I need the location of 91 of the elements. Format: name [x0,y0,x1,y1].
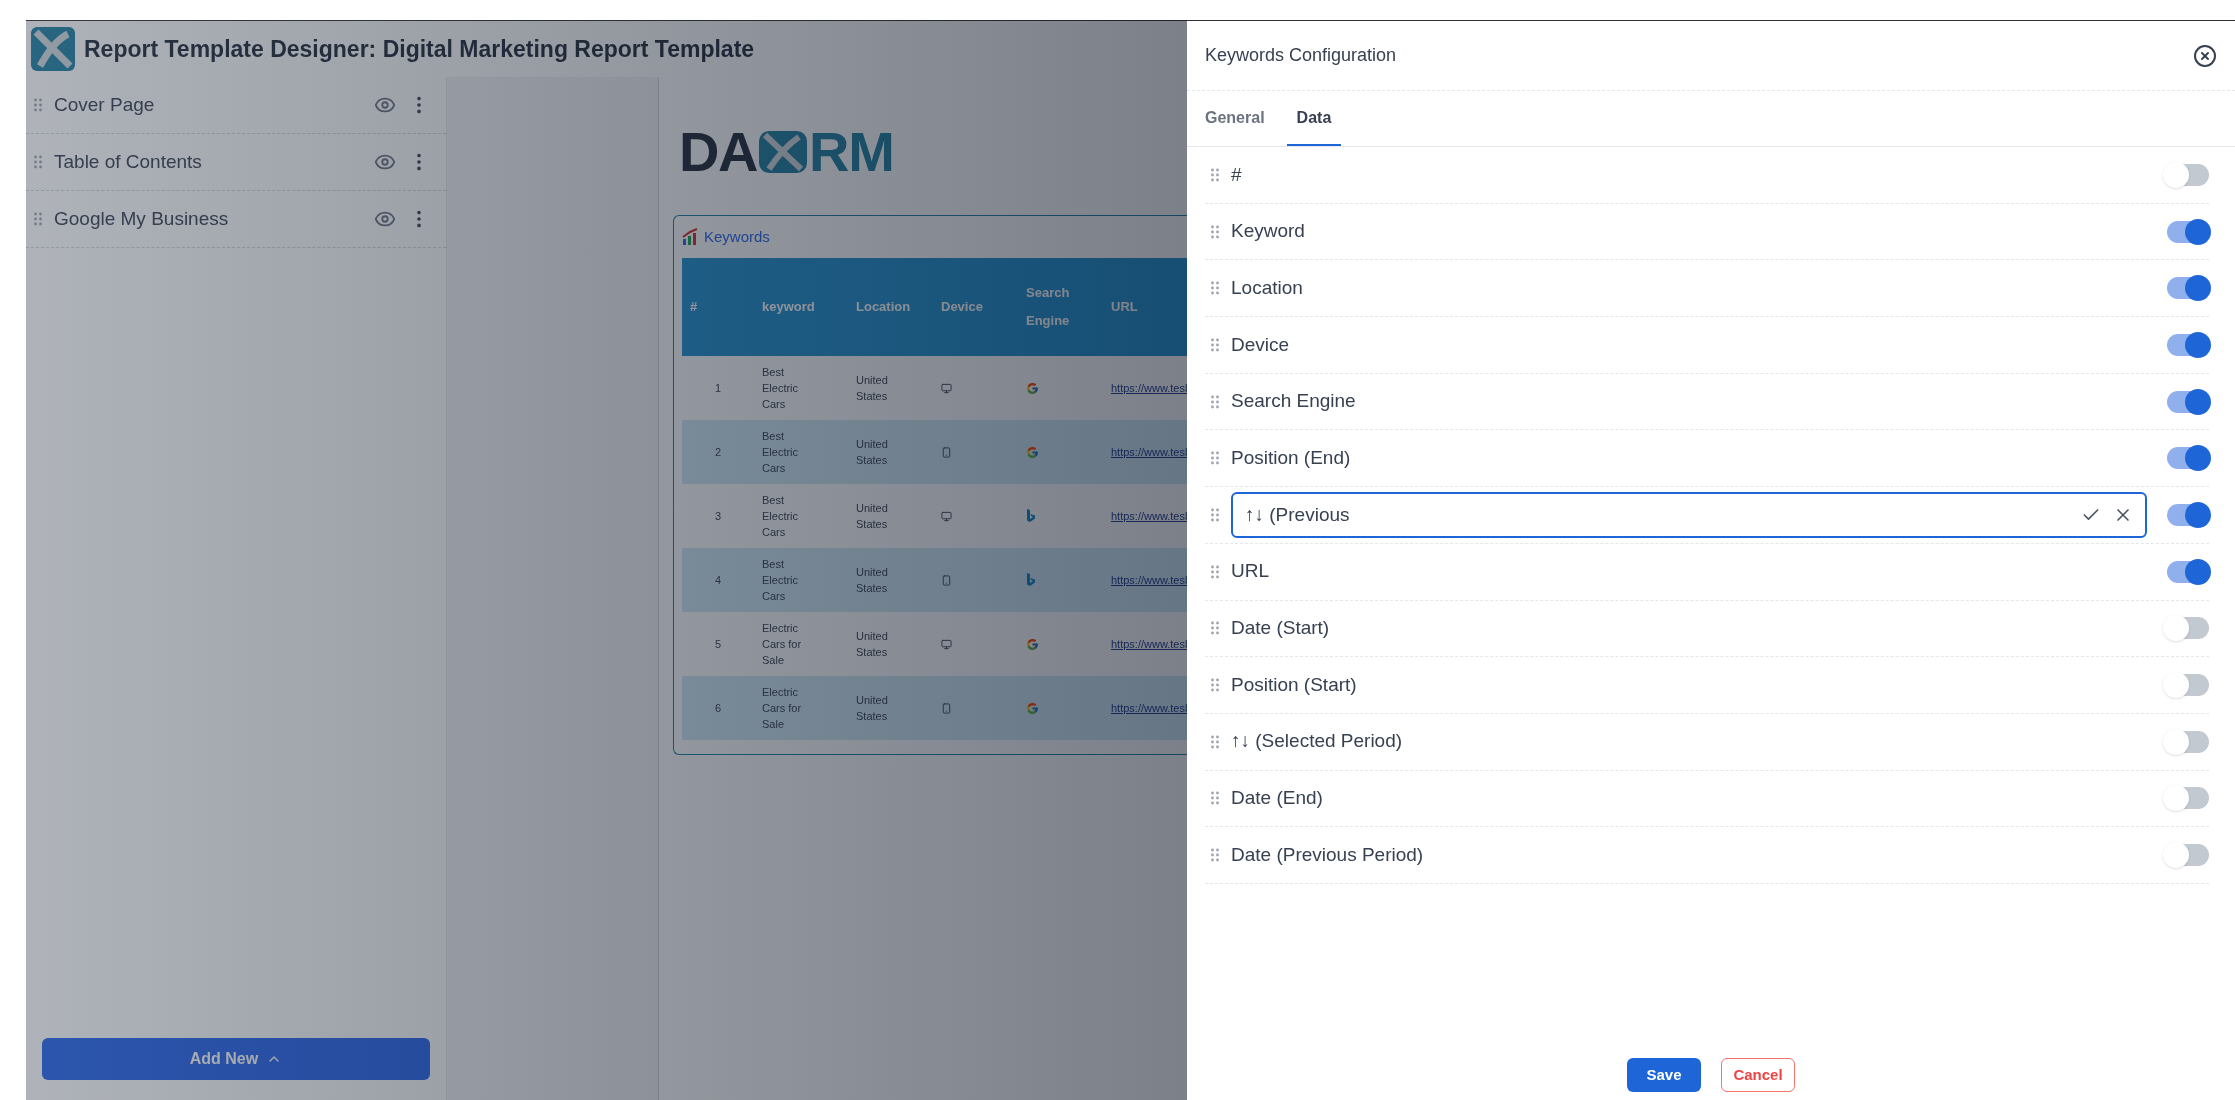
url-link[interactable]: https://www.tesl [1111,637,1187,650]
widget-title: Keywords [704,226,770,247]
table-cell-text: 5 [713,636,723,652]
toggle-switch[interactable] [2167,277,2209,300]
table-cell-text: United States [856,501,889,532]
column-header: keyword [761,298,816,316]
field-label: Device [1231,332,1291,357]
drag-handle-icon[interactable] [1211,394,1219,409]
drag-handle-icon[interactable] [34,98,42,112]
drag-handle-icon[interactable] [34,155,42,169]
google-icon [1026,637,1039,651]
table-cell-text: United States [856,437,889,468]
toggle-switch[interactable] [2167,333,2209,356]
cancel-button[interactable]: Cancel [1721,1058,1795,1092]
field-label: Search Engine [1231,389,1357,414]
google-icon [1026,445,1039,459]
column-header: Device [940,298,984,316]
google-icon [1026,701,1039,715]
add-new-button[interactable]: Add New [42,1038,430,1080]
field-label: Date (Start) [1231,616,1331,641]
phone-icon [941,446,952,458]
table-cell-text: 2 [713,444,723,460]
table-cell-text: Electric Cars for Sale [762,685,803,732]
panel-title: Keywords Configuration [1205,44,1397,67]
table-cell-text: Best Electric Cars [762,429,800,476]
url-link[interactable]: https://www.tesl [1111,381,1187,394]
column-header: URL [1110,298,1139,316]
label-input[interactable]: ↑↓ (Previous [1245,500,2069,530]
close-icon[interactable] [2193,43,2217,68]
tab[interactable]: General [1205,91,1275,146]
column-header: # [689,298,699,316]
toggle-switch[interactable] [2167,220,2209,243]
table-cell-text: 1 [713,380,723,396]
label-input-field[interactable]: ↑↓ (Previous [1231,491,2147,538]
drag-handle-icon[interactable] [1211,224,1219,239]
field-label: # [1231,162,1243,187]
drag-handle-icon[interactable] [1211,507,1219,522]
url-link[interactable]: https://www.tesl [1111,573,1187,586]
url-link[interactable]: https://www.tesl [1111,509,1187,522]
tab[interactable]: Data [1286,91,1342,146]
phone-icon [941,702,952,714]
drag-handle-icon[interactable] [1211,678,1219,693]
toggle-switch[interactable] [2167,447,2209,470]
field-label: Date (End) [1231,786,1324,811]
bing-icon [1026,509,1036,523]
desktop-icon [941,382,952,394]
drag-handle-icon[interactable] [1211,791,1219,806]
table-cell-text: United States [856,629,889,660]
table-cell-text: United States [856,693,889,724]
drag-handle-icon[interactable] [1211,621,1219,636]
chart-icon [682,228,700,246]
phone-icon [941,574,952,586]
toggle-switch[interactable] [2167,560,2209,583]
table-cell-text: 6 [713,700,723,716]
table-cell-text: Electric Cars for Sale [762,621,803,668]
drag-handle-icon[interactable] [1211,848,1219,863]
table-cell-text: 3 [713,508,723,524]
drag-handle-icon[interactable] [1211,167,1219,182]
field-label: Position (Start) [1231,672,1358,697]
toggle-switch[interactable] [2167,390,2209,413]
drag-handle-icon[interactable] [1211,564,1219,579]
url-link[interactable]: https://www.tesl [1111,701,1187,714]
table-cell-text: Best Electric Cars [762,557,800,604]
drag-handle-icon[interactable] [1211,451,1219,466]
drag-handle-icon[interactable] [1211,734,1219,749]
app-logo-icon [30,26,76,72]
field-label: Location [1231,275,1304,300]
bing-icon [1026,573,1036,587]
table-cell-text: United States [856,565,889,596]
table-cell-text: United States [856,373,889,404]
drag-handle-icon[interactable] [1211,281,1219,296]
save-button[interactable]: Save [1627,1058,1701,1092]
desktop-icon [941,638,952,650]
desktop-icon [941,510,952,522]
drag-handle-icon[interactable] [1211,337,1219,352]
table-cell-text: Best Electric Cars [762,365,800,412]
field-label: ↑↓ (Selected Period) [1231,729,1404,754]
field-label: URL [1231,559,1270,584]
column-header: Search Engine [1025,284,1071,330]
table-cell-text: Best Electric Cars [762,493,800,540]
column-header: Location [855,298,912,316]
app-title: Report Template Designer: Digital Marketing Report Template [84,34,755,64]
toggle-switch[interactable] [2167,503,2209,526]
url-link[interactable]: https://www.tesl [1111,445,1187,458]
field-label: Date (Previous Period) [1231,842,1425,867]
report-logo: DA RM [679,127,895,177]
field-label: Keyword [1231,219,1306,244]
table-cell-text: 4 [713,572,723,588]
field-label: Position (End) [1231,446,1352,471]
drag-handle-icon[interactable] [34,212,42,226]
google-icon [1026,381,1039,395]
